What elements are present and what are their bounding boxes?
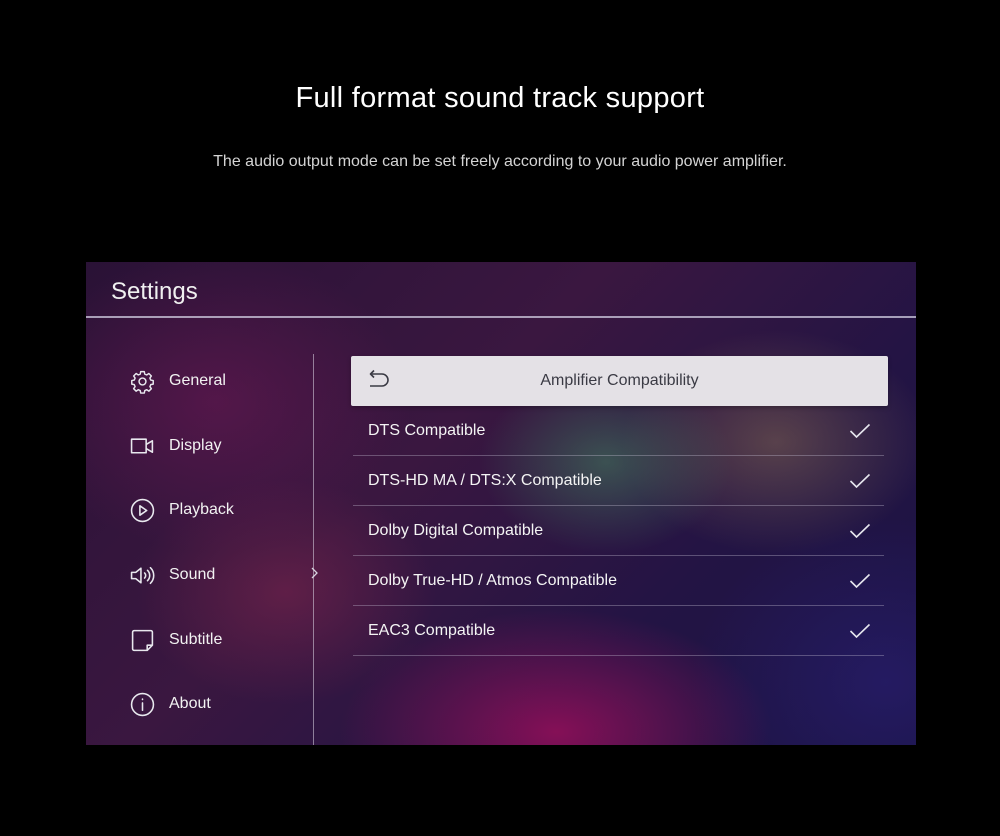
option-eac3[interactable]: EAC3 Compatible (353, 606, 884, 656)
nav-label-about: About (169, 695, 211, 712)
panel-header: Amplifier Compatibility (351, 356, 888, 406)
nav-label-subtitle: Subtitle (169, 631, 223, 648)
settings-screen: Settings General Display Playback Sound … (86, 262, 916, 745)
nav-divider (313, 354, 314, 745)
gear-icon (130, 369, 155, 394)
play-circle-icon (130, 498, 155, 523)
checkmark-icon (849, 523, 871, 539)
nav-label-playback: Playback (169, 501, 234, 518)
option-label: Dolby True-HD / Atmos Compatible (368, 572, 617, 589)
header-divider (86, 316, 916, 318)
nav-label-general: General (169, 372, 226, 389)
chevron-right-icon (311, 567, 318, 579)
panel-title: Amplifier Compatibility (540, 372, 699, 389)
subtitle-icon (130, 628, 155, 653)
checkmark-icon (849, 473, 871, 489)
nav-item-sound[interactable]: Sound (130, 561, 215, 589)
checkmark-icon (849, 423, 871, 439)
option-label: DTS Compatible (368, 422, 486, 439)
nav-item-subtitle[interactable]: Subtitle (130, 626, 222, 654)
nav-label-sound: Sound (169, 566, 216, 583)
option-label: Dolby Digital Compatible (368, 522, 544, 539)
option-dolby-digital[interactable]: Dolby Digital Compatible (353, 506, 884, 556)
option-dts-hd[interactable]: DTS-HD MA / DTS:X Compatible (353, 456, 884, 506)
nav-item-playback[interactable]: Playback (130, 496, 234, 524)
option-dolby-truehd[interactable]: Dolby True-HD / Atmos Compatible (353, 556, 884, 606)
subheadline: The audio output mode can be set freely … (213, 153, 787, 170)
info-icon (130, 692, 155, 717)
speaker-icon (130, 563, 155, 588)
settings-title: Settings (111, 278, 198, 305)
nav-item-about[interactable]: About (130, 690, 211, 718)
option-dts[interactable]: DTS Compatible (353, 406, 884, 456)
checkmark-icon (849, 623, 871, 639)
checkmark-icon (849, 573, 871, 589)
option-label: DTS-HD MA / DTS:X Compatible (368, 472, 602, 489)
camera-icon (130, 434, 155, 459)
nav-item-general[interactable]: General (130, 367, 226, 395)
nav-label-display: Display (169, 437, 222, 454)
headline: Full format sound track support (295, 82, 705, 114)
nav-item-display[interactable]: Display (130, 432, 221, 460)
option-label: EAC3 Compatible (368, 622, 496, 639)
